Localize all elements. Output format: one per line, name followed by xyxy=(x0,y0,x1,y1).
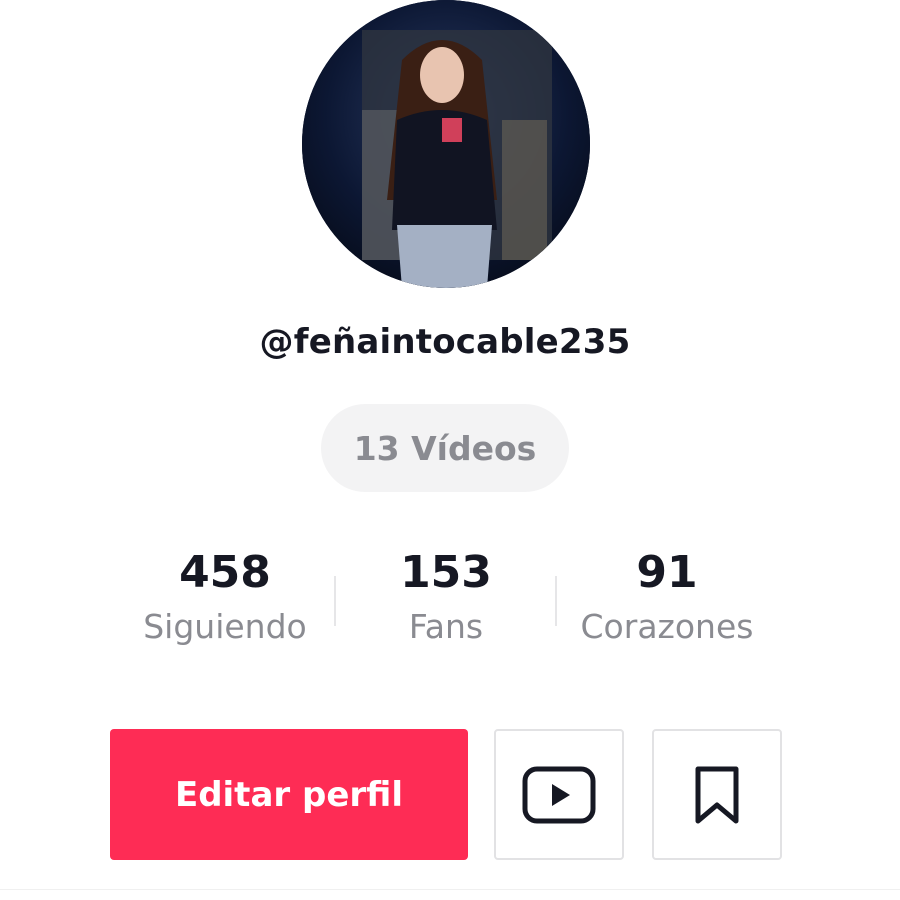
stat-divider xyxy=(555,576,557,626)
likes-count: 91 xyxy=(636,547,698,598)
stat-fans[interactable]: 153 Fans xyxy=(360,545,532,649)
divider-line xyxy=(0,889,900,890)
youtube-button[interactable] xyxy=(494,729,624,860)
bookmark-button[interactable] xyxy=(652,729,782,860)
fans-label: Fans xyxy=(408,607,484,646)
edit-profile-button[interactable]: Editar perfil xyxy=(110,729,468,860)
stat-divider xyxy=(334,576,336,626)
avatar-photo xyxy=(302,0,590,288)
videos-count-pill[interactable]: 13 Vídeos xyxy=(321,404,569,492)
username: @feñaintocable235 xyxy=(259,322,631,362)
following-count: 458 xyxy=(179,547,271,598)
following-label: Siguiendo xyxy=(143,607,307,646)
avatar[interactable] xyxy=(302,0,590,288)
bookmark-icon xyxy=(695,766,739,823)
fans-count: 153 xyxy=(400,547,492,598)
youtube-icon xyxy=(522,766,596,823)
likes-label: Corazones xyxy=(580,607,754,646)
profile-page: @feñaintocable235 13 Vídeos 458 Siguiend… xyxy=(0,0,900,900)
stat-likes[interactable]: 91 Corazones xyxy=(563,545,771,649)
stat-following[interactable]: 458 Siguiendo xyxy=(125,545,325,649)
